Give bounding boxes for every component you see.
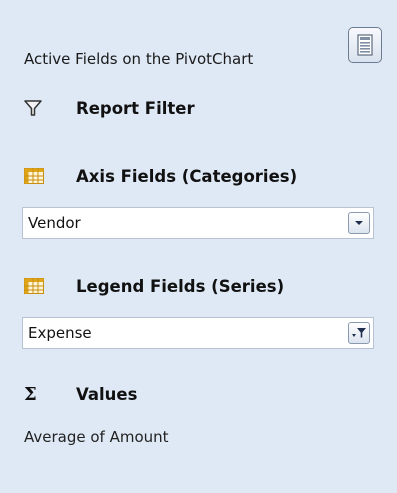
sigma-icon: Σ [24,383,37,405]
axis-fields-section-header: Axis Fields (Categories) [24,164,297,188]
filtered-dropdown-icon [352,328,366,338]
values-section-header: Σ Values [24,382,137,406]
field-list-layout-icon [357,34,373,56]
pivotchart-field-list-panel: Active Fields on the PivotChart Report F… [0,0,397,493]
legend-fields-label: Legend Fields (Series) [76,276,285,296]
filter-funnel-icon [24,100,42,116]
axis-fields-label: Axis Fields (Categories) [76,166,298,186]
dropdown-arrow-icon [355,221,363,225]
axis-field-vendor-label: Vendor [28,214,81,232]
values-label: Values [76,384,138,404]
legend-field-expense[interactable]: Expense [22,317,374,349]
legend-field-expense-dropdown-button[interactable] [348,322,370,344]
legend-fields-section-header: Legend Fields (Series) [24,274,284,298]
field-list-layout-button[interactable] [348,27,382,63]
grid-table-icon [24,278,44,294]
report-filter-section-header: Report Filter [24,96,195,120]
axis-field-vendor-dropdown-button[interactable] [348,212,370,234]
panel-title: Active Fields on the PivotChart [24,50,254,68]
axis-field-vendor[interactable]: Vendor [22,207,374,239]
legend-field-expense-label: Expense [28,324,92,342]
grid-table-icon [24,168,44,184]
report-filter-label: Report Filter [76,98,195,118]
values-field-average-of-amount[interactable]: Average of Amount [24,428,169,446]
